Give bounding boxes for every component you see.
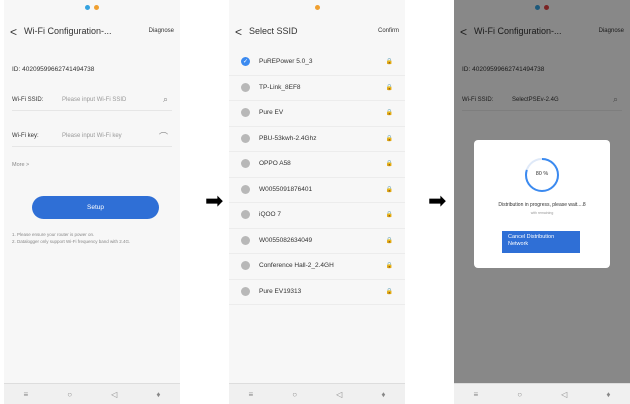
lock-icon: 🔒 (385, 263, 393, 269)
ssid-list-item[interactable]: iQOO 7 🔒 (229, 203, 405, 229)
lock-icon: 🔒 (385, 212, 393, 218)
ssid-list-item[interactable]: Pure EV 🔒 (229, 101, 405, 127)
back-arrow-icon[interactable]: < (10, 25, 17, 39)
accessibility-icon[interactable]: ♦ (606, 390, 610, 399)
cancel-distribution-button[interactable]: Cancel Distribution Network (502, 231, 580, 253)
more-link[interactable]: More > (12, 162, 29, 168)
progress-message: Distribution in progress, please wait...… (498, 202, 586, 208)
back-arrow-icon[interactable]: < (235, 25, 242, 39)
ssid-list-item[interactable]: Conference Hall-2_2.4GH 🔒 (229, 254, 405, 280)
ssid-name: Conference Hall-2_2.4GH (259, 262, 334, 269)
radio-icon[interactable] (241, 108, 250, 117)
phone-screen-wifi-config: < Wi-Fi Configuration-... Diagnose ID: 4… (4, 0, 180, 404)
menu-icon[interactable]: ≡ (249, 390, 254, 399)
lock-icon: 🔒 (385, 237, 393, 244)
ssid-list-item[interactable]: W0055091876401 🔒 (229, 178, 405, 203)
home-icon[interactable]: ○ (67, 390, 72, 399)
ssid-name: PuREPower 5.0_3 (259, 58, 313, 65)
setup-button[interactable]: Setup (32, 196, 159, 219)
wifi-ssid-row: Wi-Fi SSID: Please input Wi-Fi SSID ⌕ (12, 92, 172, 111)
ssid-name: PBU-53kwh-2.4Ghz (259, 134, 317, 142)
back-icon[interactable]: ◁ (561, 390, 567, 399)
page-title: Select SSID (249, 26, 298, 36)
radio-checked-icon[interactable] (241, 57, 250, 66)
page-title: Wi-Fi Configuration-... (24, 26, 112, 36)
wifi-key-row: Wi-Fi key: Please input Wi-Fi key ⌒ (12, 128, 172, 147)
ssid-list-item[interactable]: PBU-53kwh-2.4Ghz 🔒 (229, 127, 405, 152)
home-icon[interactable]: ○ (292, 390, 297, 399)
ssid-name: Pure EV19313 (259, 287, 302, 295)
status-dot-icon (94, 4, 99, 10)
phone-screen-distribution: < Wi-Fi Configuration-... Diagnose ID: 4… (454, 0, 630, 404)
search-icon[interactable]: ⌕ (163, 94, 168, 105)
ssid-list-item[interactable]: PuREPower 5.0_3 🔒 (229, 50, 405, 76)
accessibility-icon[interactable]: ♦ (156, 390, 160, 399)
nav-bar: ≡ ○ ◁ ♦ (4, 383, 180, 404)
radio-icon[interactable] (241, 159, 250, 168)
wifi-ssid-label: Wi-Fi SSID: (12, 97, 44, 103)
eye-icon[interactable]: ⌒ (159, 130, 168, 143)
ssid-list-item[interactable]: W0055082634049 🔒 (229, 229, 405, 254)
confirm-button[interactable]: Confirm (378, 28, 399, 34)
home-icon[interactable]: ○ (517, 390, 522, 399)
back-icon[interactable]: ◁ (336, 390, 342, 399)
radio-icon[interactable] (241, 133, 250, 143)
lock-icon: 🔒 (385, 135, 393, 142)
ssid-name: W0055082634049 (259, 236, 313, 244)
progress-dialog: 80 % Distribution in progress, please wa… (474, 140, 610, 268)
ssid-name: W0055091876401 (259, 185, 313, 193)
ssid-name: OPPO A58 (259, 160, 291, 167)
radio-icon[interactable] (241, 235, 250, 245)
nav-bar: ≡ ○ ◁ ♦ (229, 383, 405, 404)
phone-screen-select-ssid: < Select SSID Confirm PuREPower 5.0_3🔒TP… (229, 0, 405, 404)
diagnose-button[interactable]: Diagnose (149, 28, 174, 34)
progress-text: 80 % (535, 171, 549, 177)
header: < Wi-Fi Configuration-... Diagnose (4, 22, 180, 44)
lock-icon: 🔒 (385, 110, 393, 116)
status-bar (4, 0, 180, 14)
radio-icon[interactable] (241, 184, 250, 194)
lock-icon: 🔒 (385, 84, 393, 91)
radio-icon[interactable] (241, 286, 250, 296)
ssid-name: iQOO 7 (259, 211, 282, 218)
back-icon[interactable]: ◁ (111, 390, 117, 399)
note-1: 1. Please ensure your router is power on… (12, 232, 95, 237)
radio-icon[interactable] (241, 261, 250, 270)
nav-bar: ≡ ○ ◁ ♦ (454, 383, 630, 404)
ssid-list-item[interactable]: TP-Link_8EF8 🔒 (229, 76, 405, 101)
radio-icon[interactable] (241, 82, 250, 92)
ssid-name: TP-Link_8EF8 (259, 83, 301, 91)
progress-submessage: with remaining (530, 211, 554, 215)
status-dot-icon (85, 4, 90, 10)
wifi-key-label: Wi-Fi key: (12, 133, 39, 139)
ssid-list-item[interactable]: Pure EV19313 🔒 (229, 280, 405, 305)
lock-icon: 🔒 (385, 59, 393, 65)
arrow-right-icon: ➡ (428, 188, 447, 213)
lock-icon: 🔒 (385, 288, 393, 295)
lock-icon: 🔒 (385, 186, 393, 193)
lock-icon: 🔒 (385, 161, 393, 167)
accessibility-icon[interactable]: ♦ (381, 390, 385, 399)
radio-icon[interactable] (241, 210, 250, 219)
wifi-key-input[interactable]: Please input Wi-Fi key (62, 133, 122, 139)
status-bar (229, 0, 405, 14)
menu-icon[interactable]: ≡ (474, 390, 479, 399)
header: < Select SSID Confirm (229, 22, 405, 44)
arrow-right-icon: ➡ (205, 188, 224, 213)
ssid-list: PuREPower 5.0_3🔒TP-Link_8EF8🔒Pure EV🔒PBU… (229, 50, 405, 305)
device-id: ID: 40209599662741494738 (12, 66, 95, 73)
status-dot-icon (314, 4, 320, 10)
wifi-ssid-input[interactable]: Please input Wi-Fi SSID (62, 97, 126, 103)
ssid-list-item[interactable]: OPPO A58 🔒 (229, 152, 405, 178)
note-2: 2. Datalogger only support Wi-Fi frequen… (12, 239, 131, 244)
ssid-name: Pure EV (259, 109, 284, 116)
menu-icon[interactable]: ≡ (24, 390, 29, 399)
